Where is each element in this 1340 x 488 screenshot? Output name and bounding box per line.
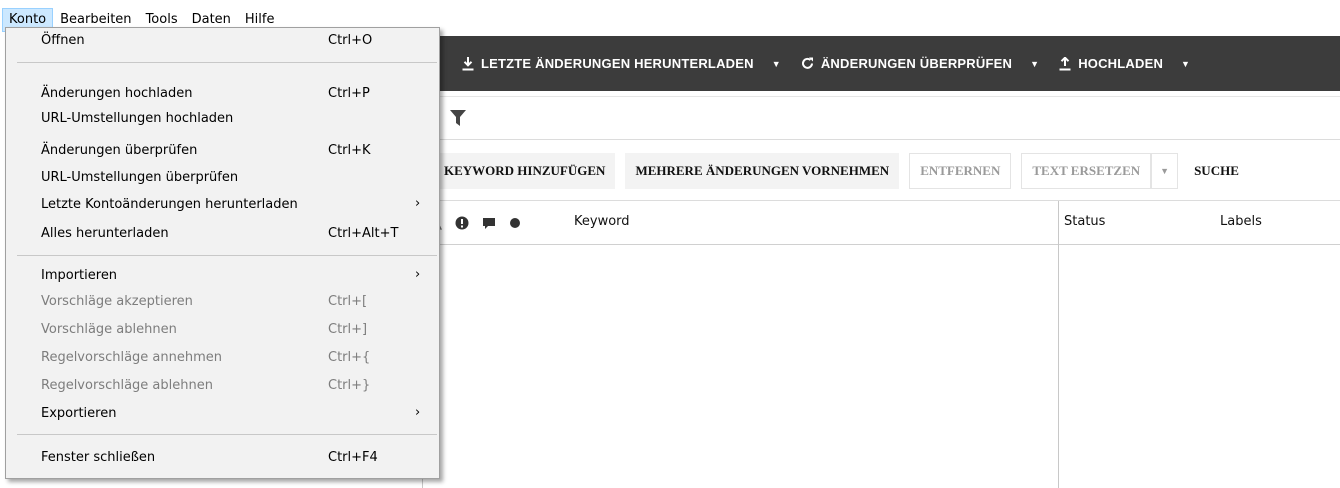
- menu-item-label: Letzte Kontoänderungen herunterladen: [41, 197, 298, 212]
- menu-item-upload-changes[interactable]: Änderungen hochladen Ctrl+P: [6, 82, 439, 106]
- download-changes-label: LETZTE ÄNDERUNGEN HERUNTERLADEN: [481, 56, 754, 71]
- download-changes-button[interactable]: LETZTE ÄNDERUNGEN HERUNTERLADEN ▼: [462, 36, 801, 91]
- menu-item-label: Änderungen überprüfen: [41, 143, 198, 158]
- download-caret-icon[interactable]: ▼: [772, 59, 781, 69]
- action-bar: KEYWORD HINZUFÜGEN MEHRERE ÄNDERUNGEN VO…: [422, 147, 1340, 195]
- check-changes-label: ÄNDERUNGEN ÜBERPRÜFEN: [820, 56, 1013, 71]
- menu-item-shortcut: Ctrl+}: [328, 378, 371, 393]
- menu-item-label: Vorschläge ablehnen: [41, 322, 177, 337]
- menu-item-accept-suggestions[interactable]: Vorschläge akzeptieren Ctrl+[: [6, 290, 439, 314]
- menu-item-check-changes[interactable]: Änderungen überprüfen Ctrl+K: [6, 139, 439, 163]
- menu-item-close-window[interactable]: Fenster schließen Ctrl+F4: [6, 446, 439, 470]
- menu-item-label: URL-Umstellungen hochladen: [41, 111, 234, 126]
- konto-menu: Öffnen Ctrl+O Änderungen hochladen Ctrl+…: [5, 27, 440, 479]
- column-divider[interactable]: [1058, 201, 1059, 488]
- menu-item-open[interactable]: Öffnen Ctrl+O: [6, 29, 439, 53]
- refresh-icon: [801, 57, 813, 69]
- menu-item-shortcut: Ctrl+F4: [328, 450, 378, 465]
- keyword-grid: Keyword Status Labels: [422, 200, 1340, 488]
- upload-label: HOCHLADEN: [1078, 56, 1164, 71]
- menu-item-shortcut: Ctrl+P: [328, 86, 370, 101]
- column-labels[interactable]: Labels: [1220, 214, 1262, 229]
- submenu-arrow-icon: ›: [415, 405, 421, 420]
- multiple-changes-button[interactable]: MEHRERE ÄNDERUNGEN VORNEHMEN: [625, 153, 900, 189]
- main-toolbar: LETZTE ÄNDERUNGEN HERUNTERLADEN ▼ ÄNDERU…: [422, 36, 1340, 91]
- upload-button[interactable]: HOCHLADEN ▼: [1059, 36, 1210, 91]
- remove-button[interactable]: ENTFERNEN: [909, 153, 1012, 189]
- submenu-arrow-icon: ›: [415, 267, 421, 282]
- grid-header: Keyword Status Labels: [422, 201, 1340, 245]
- menu-item-label: Importieren: [41, 268, 118, 283]
- menu-item-check-url-changes[interactable]: URL-Umstellungen überprüfen: [6, 166, 439, 190]
- menu-item-label: Regelvorschläge annehmen: [41, 350, 223, 365]
- menu-item-reject-suggestions[interactable]: Vorschläge ablehnen Ctrl+]: [6, 318, 439, 342]
- menu-item-shortcut: Ctrl+Alt+T: [328, 226, 399, 241]
- download-icon: [462, 56, 474, 70]
- menu-item-export[interactable]: Exportieren ›: [6, 402, 439, 426]
- comment-icon[interactable]: [482, 216, 496, 230]
- search-button[interactable]: SUCHE: [1188, 153, 1249, 189]
- menu-item-label: Fenster schließen: [41, 450, 156, 465]
- menu-separator: [17, 255, 437, 256]
- replace-text-button[interactable]: TEXT ERSETZEN: [1021, 153, 1152, 189]
- replace-text-caret-icon[interactable]: ▼: [1151, 153, 1179, 189]
- menu-item-shortcut: Ctrl+{: [328, 350, 371, 365]
- menu-item-import[interactable]: Importieren ›: [6, 264, 439, 288]
- menu-item-shortcut: Ctrl+O: [328, 33, 373, 48]
- menu-item-label: Regelvorschläge ablehnen: [41, 378, 213, 393]
- menu-item-label: Exportieren: [41, 406, 117, 421]
- menu-item-label: Vorschläge akzeptieren: [41, 294, 193, 309]
- menu-item-shortcut: Ctrl+]: [328, 322, 368, 337]
- error-icon[interactable]: [455, 216, 469, 230]
- menu-item-accept-rule-suggestions[interactable]: Regelvorschläge annehmen Ctrl+{: [6, 346, 439, 370]
- menu-item-label: Änderungen hochladen: [41, 86, 193, 101]
- column-keyword[interactable]: Keyword: [574, 214, 630, 229]
- column-status[interactable]: Status: [1064, 214, 1105, 229]
- menu-item-label: URL-Umstellungen überprüfen: [41, 170, 239, 185]
- menu-item-label: Öffnen: [41, 33, 85, 48]
- submenu-arrow-icon: ›: [415, 196, 421, 211]
- menu-separator: [17, 434, 437, 435]
- status-dot-icon[interactable]: [508, 216, 522, 230]
- menu-item-shortcut: Ctrl+[: [328, 294, 368, 309]
- filter-bar: [422, 96, 1340, 140]
- menu-separator: [17, 62, 437, 63]
- check-caret-icon[interactable]: ▼: [1030, 59, 1039, 69]
- menu-item-label: Alles herunterladen: [41, 226, 169, 241]
- upload-caret-icon[interactable]: ▼: [1181, 59, 1190, 69]
- menu-item-download-recent-changes[interactable]: Letzte Kontoänderungen herunterladen ›: [6, 193, 439, 217]
- menu-item-reject-rule-suggestions[interactable]: Regelvorschläge ablehnen Ctrl+}: [6, 374, 439, 398]
- check-changes-button[interactable]: ÄNDERUNGEN ÜBERPRÜFEN ▼: [801, 36, 1059, 91]
- filter-icon[interactable]: [450, 110, 466, 126]
- upload-icon: [1059, 56, 1071, 70]
- menu-item-download-all[interactable]: Alles herunterladen Ctrl+Alt+T: [6, 222, 439, 246]
- menu-item-upload-url-changes[interactable]: URL-Umstellungen hochladen: [6, 107, 439, 131]
- add-keyword-button[interactable]: KEYWORD HINZUFÜGEN: [434, 153, 616, 189]
- menu-item-shortcut: Ctrl+K: [328, 143, 371, 158]
